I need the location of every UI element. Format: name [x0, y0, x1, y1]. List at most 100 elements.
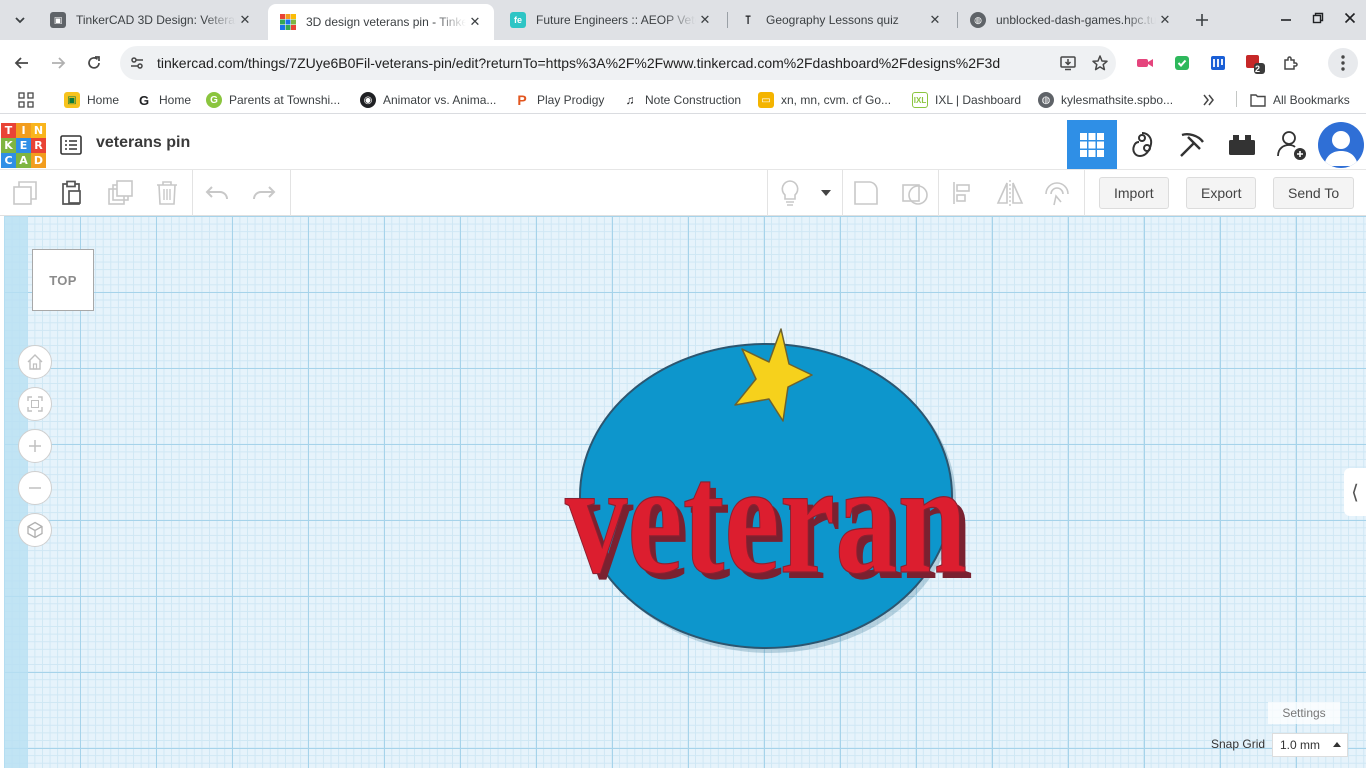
logo-letter: R	[31, 138, 46, 153]
tab-future-engineers[interactable]: fe Future Engineers :: AEOP Veterans ✕	[498, 4, 724, 36]
bookmark-item[interactable]: P Play Prodigy	[514, 88, 604, 112]
chrome-menu-button[interactable]	[1328, 48, 1358, 78]
extensions-button[interactable]	[1279, 51, 1303, 75]
tab-tinkercad-classroom[interactable]: ▣ TinkerCAD 3D Design: Veteran ✕	[38, 4, 264, 36]
settings-button[interactable]: Settings	[1268, 702, 1340, 724]
site-info-button[interactable]	[120, 46, 154, 80]
design-menu-button[interactable]	[58, 132, 84, 158]
redo-button[interactable]	[249, 178, 279, 208]
invite-collaborator-button[interactable]	[1267, 120, 1317, 169]
minimize-button[interactable]	[1274, 6, 1298, 30]
view-cube[interactable]: TOP	[32, 249, 94, 311]
bookmark-item[interactable]: ▭ xn, mn, cvm. cf Go...	[758, 88, 891, 112]
apps-button[interactable]	[18, 88, 34, 112]
close-icon[interactable]: ✕	[1156, 11, 1174, 29]
close-icon[interactable]: ✕	[236, 11, 254, 29]
group-button[interactable]	[851, 178, 881, 208]
bookmark-item[interactable]: G Home	[136, 88, 191, 112]
undo-button[interactable]	[202, 178, 232, 208]
bookmark-separator	[1236, 91, 1237, 107]
ungroup-button[interactable]	[900, 178, 930, 208]
restore-button[interactable]	[1306, 6, 1330, 30]
red-extension-icon	[1246, 55, 1265, 74]
address-bar[interactable]: tinkercad.com/things/7ZUye6B0Fil-veteran…	[120, 46, 1116, 80]
forward-button[interactable]	[44, 49, 72, 77]
collapse-shapes-panel-button[interactable]: ⟨	[1344, 468, 1366, 516]
browser-toolbar: tinkercad.com/things/7ZUye6B0Fil-veteran…	[0, 40, 1366, 86]
close-icon[interactable]: ✕	[466, 13, 484, 31]
all-bookmarks-button[interactable]: All Bookmarks	[1250, 88, 1350, 112]
notes-dropdown[interactable]	[811, 178, 841, 208]
install-app-button[interactable]	[1052, 46, 1084, 80]
extension-red-badge[interactable]: 2	[1242, 51, 1266, 75]
logo-letter: E	[16, 138, 31, 153]
bricks-mode-button[interactable]	[1217, 120, 1267, 169]
import-button[interactable]: Import	[1099, 177, 1169, 209]
bookmark-label: Home	[87, 93, 120, 107]
pickaxe-icon	[1180, 132, 1204, 157]
home-view-button[interactable]	[18, 345, 52, 379]
logo-letter: D	[31, 153, 46, 168]
close-window-button[interactable]	[1338, 6, 1362, 30]
close-icon[interactable]: ✕	[926, 11, 944, 29]
perspective-toggle-button[interactable]	[18, 513, 52, 547]
close-icon[interactable]: ✕	[696, 11, 714, 29]
url-text[interactable]: tinkercad.com/things/7ZUye6B0Fil-veteran…	[154, 55, 1052, 71]
paste-button[interactable]	[56, 178, 86, 208]
tinkercad-logo[interactable]: T I N K E R C A D	[1, 123, 46, 168]
3d-design-mode-button[interactable]	[1067, 120, 1117, 169]
list-icon	[60, 135, 82, 155]
more-bookmarks-button[interactable]	[1202, 88, 1216, 112]
extension-blue[interactable]	[1206, 51, 1230, 75]
mirror-icon	[996, 180, 1024, 206]
chevron-down-icon	[15, 17, 25, 24]
arrow-left-icon	[14, 57, 28, 69]
snap-grid-select[interactable]: 1.0 mm	[1272, 733, 1348, 757]
copy-button[interactable]	[10, 178, 40, 208]
notes-tool-button[interactable]	[775, 178, 805, 208]
bookmark-item[interactable]: ◉ Animator vs. Anima...	[360, 88, 496, 112]
fit-view-button[interactable]	[18, 387, 52, 421]
cruise-button[interactable]	[1042, 178, 1072, 208]
tab-title: Geography Lessons quiz	[766, 13, 899, 27]
zoom-out-button[interactable]	[18, 471, 52, 505]
align-icon	[953, 182, 970, 204]
send-to-button[interactable]: Send To	[1273, 177, 1355, 209]
bookmark-item[interactable]: ▣ Home	[64, 88, 119, 112]
mirror-button[interactable]	[995, 178, 1025, 208]
codeblocks-mode-button[interactable]	[1117, 120, 1167, 169]
g-circle-icon: G	[206, 92, 222, 108]
tab-unblocked-games[interactable]: ◍ unblocked-dash-games.hpc.tu ✕	[958, 4, 1184, 36]
delete-button[interactable]	[152, 178, 182, 208]
toolbar-separator	[842, 170, 843, 216]
extension-screencast[interactable]	[1133, 51, 1157, 75]
veterans-pin-model[interactable]: veteran veteran	[540, 320, 990, 665]
bookmark-item[interactable]: IXL IXL | Dashboard	[912, 88, 1021, 112]
bookmark-item[interactable]: ♫ Note Construction	[622, 88, 742, 112]
new-tab-button[interactable]	[1190, 8, 1214, 32]
zoom-in-button[interactable]	[18, 429, 52, 463]
bookmark-item[interactable]: G Parents at Townshi...	[206, 88, 340, 112]
design-title[interactable]: veterans pin	[96, 134, 190, 152]
extension-green[interactable]	[1170, 51, 1194, 75]
tinkercad-header: T I N K E R C A D veterans pin	[0, 120, 1366, 170]
bookmark-star-button[interactable]	[1084, 46, 1116, 80]
duplicate-button[interactable]	[105, 178, 135, 208]
classroom-icon: ▣	[50, 12, 66, 28]
align-button[interactable]	[948, 178, 978, 208]
user-avatar[interactable]	[1318, 122, 1364, 168]
minecraft-mode-button[interactable]	[1167, 120, 1217, 169]
tab-geography-quiz[interactable]: ⊺ Geography Lessons quiz ✕	[728, 4, 954, 36]
tab-tinkercad-design[interactable]: 3D design veterans pin - Tinkercad ✕	[268, 4, 494, 40]
bookmark-item[interactable]: ◍ kylesmathsite.spbo...	[1038, 88, 1173, 112]
magnet-hand-icon	[1045, 182, 1069, 206]
back-button[interactable]	[8, 49, 36, 77]
prodigy-icon: P	[517, 92, 527, 108]
tab-search-button[interactable]	[8, 8, 32, 32]
logo-letter: K	[1, 138, 16, 153]
trash-icon	[157, 181, 177, 205]
reload-button[interactable]	[80, 49, 108, 77]
doc-icon: ▭	[758, 92, 774, 108]
logo-letter: C	[1, 153, 16, 168]
export-button[interactable]: Export	[1186, 177, 1257, 209]
